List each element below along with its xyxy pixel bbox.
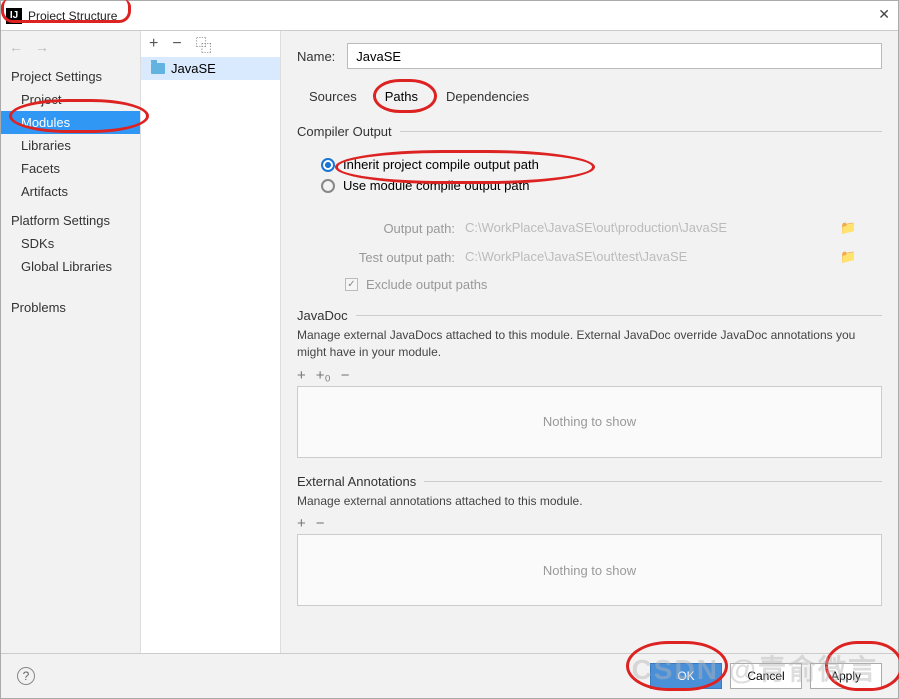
help-icon[interactable]: ? [17, 667, 35, 685]
add-module-icon[interactable]: + [149, 35, 158, 53]
browse-icon[interactable]: 📁 [840, 220, 858, 236]
radio-module-label: Use module compile output path [343, 178, 529, 193]
javadoc-toolbar: + +₀ − [297, 365, 882, 386]
browse-icon[interactable]: 📁 [840, 249, 858, 265]
module-item-label: JavaSE [171, 61, 216, 76]
radio-inherit[interactable]: Inherit project compile output path [321, 157, 858, 172]
exclude-checkbox[interactable]: ✓ Exclude output paths [345, 277, 882, 292]
sidebar-item-facets[interactable]: Facets [1, 157, 140, 180]
sidebar-item-modules[interactable]: Modules [1, 111, 140, 134]
ext-anno-legend: External Annotations [297, 474, 882, 489]
copy-module-icon[interactable]: ⿻ [196, 32, 212, 56]
nav-arrows: ← → [1, 37, 140, 65]
module-tabs: Sources Paths Dependencies [297, 87, 882, 112]
name-label: Name: [297, 49, 335, 64]
ext-anno-desc: Manage external annotations attached to … [297, 493, 882, 510]
settings-sidebar: ← → Project Settings Project Modules Lib… [1, 31, 141, 653]
sidebar-heading-platform: Platform Settings [1, 209, 140, 232]
sidebar-item-project[interactable]: Project [1, 88, 140, 111]
title-bar: IJ Project Structure ✕ [1, 1, 898, 31]
ext-anno-toolbar: + − [297, 513, 882, 534]
radio-icon [321, 158, 335, 172]
exclude-label: Exclude output paths [366, 277, 487, 292]
remove-module-icon[interactable]: − [172, 35, 181, 53]
output-path-label: Output path: [345, 221, 455, 236]
cancel-button[interactable]: Cancel [730, 663, 802, 689]
javadoc-desc: Manage external JavaDocs attached to thi… [297, 327, 882, 361]
forward-icon[interactable]: → [35, 39, 49, 55]
close-icon[interactable]: ✕ [878, 6, 890, 23]
apply-button[interactable]: Apply [810, 663, 882, 689]
javadoc-legend: JavaDoc [297, 308, 882, 323]
javadoc-section: JavaDoc Manage external JavaDocs attache… [297, 308, 882, 458]
add-icon[interactable]: + [297, 367, 306, 384]
sidebar-item-sdks[interactable]: SDKs [1, 232, 140, 255]
output-path-value: C:\WorkPlace\JavaSE\out\production\JavaS… [465, 216, 840, 240]
window-title: Project Structure [28, 9, 117, 23]
app-icon: IJ [6, 8, 22, 24]
sidebar-heading-project: Project Settings [1, 65, 140, 88]
module-list: + − ⿻ JavaSE [141, 31, 281, 653]
folder-icon [151, 63, 165, 74]
tab-dependencies[interactable]: Dependencies [442, 87, 533, 106]
compiler-output-section: Compiler Output Inherit project compile … [297, 124, 882, 292]
remove-icon[interactable]: − [316, 515, 325, 532]
sidebar-item-global-libraries[interactable]: Global Libraries [1, 255, 140, 278]
test-output-path-label: Test output path: [345, 250, 455, 265]
remove-icon[interactable]: − [341, 367, 350, 384]
ext-anno-empty: Nothing to show [297, 534, 882, 606]
name-input[interactable] [347, 43, 882, 69]
radio-module[interactable]: Use module compile output path [321, 178, 858, 193]
tab-paths[interactable]: Paths [381, 87, 422, 106]
sidebar-item-problems[interactable]: Problems [1, 296, 140, 319]
test-output-path-value: C:\WorkPlace\JavaSE\out\test\JavaSE [465, 245, 840, 269]
compiler-output-legend: Compiler Output [297, 124, 882, 139]
radio-inherit-label: Inherit project compile output path [343, 157, 539, 172]
add-icon[interactable]: + [297, 515, 306, 532]
main-panel: Name: Sources Paths Dependencies Compile… [281, 31, 898, 653]
sidebar-item-libraries[interactable]: Libraries [1, 134, 140, 157]
sidebar-item-artifacts[interactable]: Artifacts [1, 180, 140, 203]
radio-icon [321, 179, 335, 193]
bottom-bar: ? OK Cancel Apply [1, 653, 898, 698]
ext-anno-section: External Annotations Manage external ann… [297, 474, 882, 607]
checkbox-icon: ✓ [345, 278, 358, 291]
tab-sources[interactable]: Sources [305, 87, 361, 106]
add-url-icon[interactable]: +₀ [316, 367, 331, 384]
ok-button[interactable]: OK [650, 663, 722, 689]
module-toolbar: + − ⿻ [141, 31, 280, 57]
javadoc-empty: Nothing to show [297, 386, 882, 458]
back-icon[interactable]: ← [9, 39, 23, 55]
module-item-javase[interactable]: JavaSE [141, 57, 280, 80]
